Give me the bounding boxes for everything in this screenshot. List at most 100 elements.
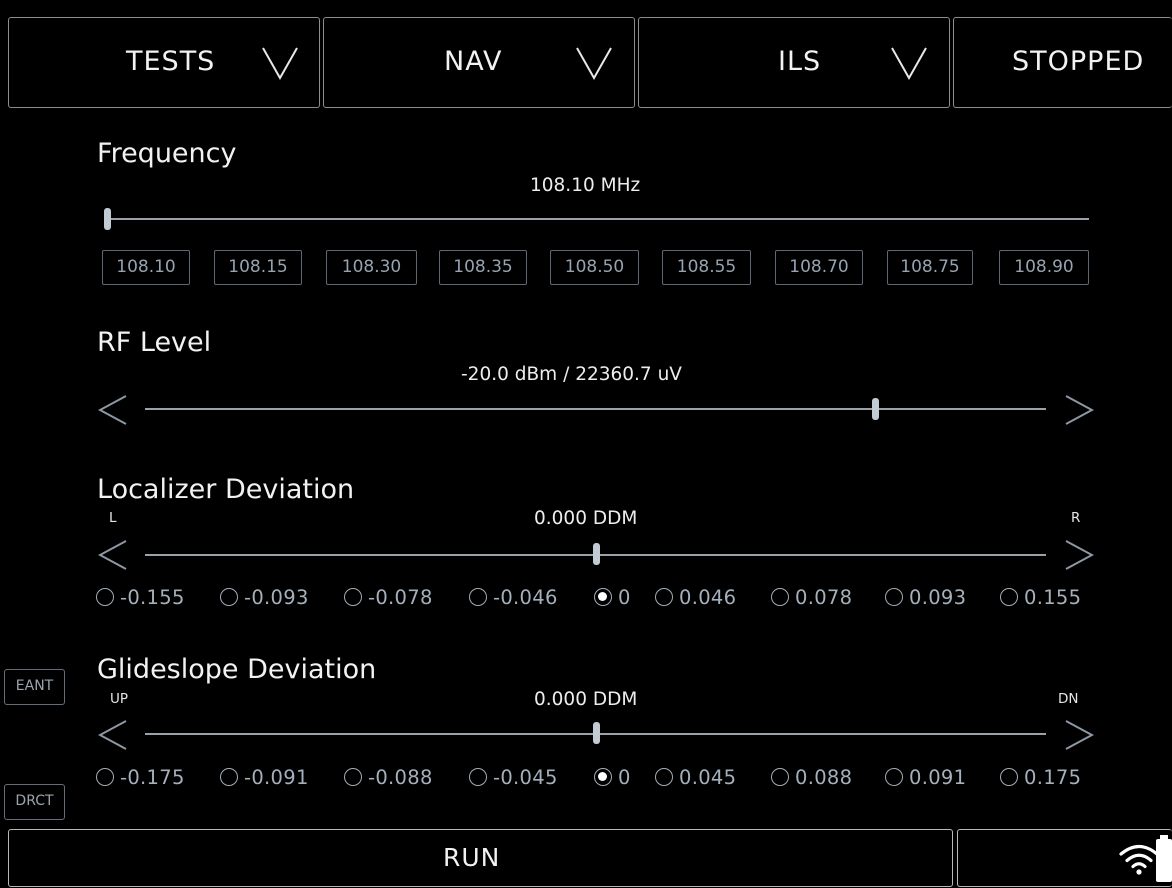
localizer-radio-option[interactable]: 0.078: [771, 583, 852, 611]
radio-button-icon[interactable]: [594, 588, 612, 606]
status-tray: [957, 829, 1172, 887]
frequency-preset-button[interactable]: 108.50: [550, 250, 639, 285]
ils-menu-label: ILS: [778, 46, 822, 77]
radio-button-icon[interactable]: [96, 588, 114, 606]
localizer-radio-option[interactable]: -0.155: [96, 583, 185, 611]
radio-button-icon[interactable]: [771, 768, 789, 786]
drct-button[interactable]: DRCT: [4, 784, 65, 820]
localizer-radio-label: 0.046: [679, 585, 737, 609]
ils-menu-button[interactable]: ILS: [638, 17, 950, 108]
glideslope-radio-option[interactable]: 0.091: [885, 763, 966, 791]
localizer-radio-label: -0.155: [120, 585, 185, 609]
radio-button-icon[interactable]: [594, 768, 612, 786]
rf-level-readout: -20.0 dBm / 22360.7 uV: [461, 364, 682, 385]
localizer-left-label: L: [109, 510, 117, 526]
radio-button-icon[interactable]: [1000, 588, 1018, 606]
frequency-preset-button[interactable]: 108.30: [326, 250, 417, 285]
frequency-preset-button[interactable]: 108.90: [999, 250, 1089, 285]
run-button[interactable]: RUN: [8, 829, 953, 887]
frequency-title: Frequency: [97, 138, 237, 169]
localizer-radio-option[interactable]: -0.046: [469, 583, 558, 611]
battery-icon: [1156, 835, 1172, 882]
status-button[interactable]: STOPPED: [953, 17, 1172, 108]
frequency-preset-button[interactable]: 108.55: [662, 250, 751, 285]
glideslope-slider-thumb[interactable]: [593, 722, 600, 744]
localizer-title: Localizer Deviation: [97, 474, 355, 505]
radio-button-icon[interactable]: [885, 768, 903, 786]
eant-button[interactable]: EANT: [4, 669, 65, 705]
glideslope-radio-option[interactable]: 0.175: [1000, 763, 1081, 791]
radio-button-icon[interactable]: [771, 588, 789, 606]
glideslope-radio-option[interactable]: -0.091: [220, 763, 309, 791]
radio-button-icon[interactable]: [1000, 768, 1018, 786]
rf-level-slider-track[interactable]: [145, 408, 1046, 410]
glideslope-radio-label: 0.088: [795, 765, 853, 789]
localizer-radio-label: -0.093: [244, 585, 309, 609]
localizer-radio-label: -0.078: [368, 585, 433, 609]
chevron-right-icon[interactable]: [1064, 718, 1094, 752]
glideslope-radio-option[interactable]: -0.088: [344, 763, 433, 791]
wifi-icon: [1119, 844, 1159, 875]
radio-button-icon[interactable]: [655, 768, 673, 786]
localizer-radio-label: 0: [618, 585, 631, 609]
radio-button-icon[interactable]: [469, 768, 487, 786]
localizer-slider-thumb[interactable]: [593, 543, 600, 565]
glideslope-title: Glideslope Deviation: [97, 654, 377, 685]
frequency-readout: 108.10 MHz: [530, 175, 641, 196]
glideslope-radio-label: -0.045: [493, 765, 558, 789]
radio-button-icon[interactable]: [96, 768, 114, 786]
localizer-radio-label: 0.078: [795, 585, 853, 609]
frequency-preset-button[interactable]: 108.10: [102, 250, 190, 285]
chevron-left-icon[interactable]: [98, 393, 128, 427]
glideslope-radio-label: 0: [618, 765, 631, 789]
run-button-label: RUN: [443, 843, 501, 872]
glideslope-radio-label: 0.091: [909, 765, 967, 789]
localizer-radio-option[interactable]: -0.078: [344, 583, 433, 611]
frequency-preset-button[interactable]: 108.70: [775, 250, 863, 285]
localizer-radio-option[interactable]: 0.155: [1000, 583, 1081, 611]
nav-menu-label: NAV: [444, 46, 503, 77]
rf-level-slider-thumb[interactable]: [872, 398, 879, 420]
frequency-preset-button[interactable]: 108.15: [214, 250, 302, 285]
localizer-radio-option[interactable]: -0.093: [220, 583, 309, 611]
localizer-right-label: R: [1071, 510, 1081, 526]
radio-button-icon[interactable]: [220, 768, 238, 786]
localizer-radio-option[interactable]: 0.046: [655, 583, 736, 611]
tests-menu-button[interactable]: TESTS: [8, 17, 320, 108]
glideslope-readout: 0.000 DDM: [534, 689, 638, 710]
chevron-left-icon[interactable]: [98, 718, 128, 752]
frequency-preset-button[interactable]: 108.35: [439, 250, 527, 285]
localizer-radio-option[interactable]: 0.093: [885, 583, 966, 611]
chevron-down-icon: [262, 47, 298, 80]
glideslope-radio-option[interactable]: 0.045: [655, 763, 736, 791]
glideslope-radio-label: 0.045: [679, 765, 737, 789]
glideslope-radio-option[interactable]: 0.088: [771, 763, 852, 791]
localizer-radio-option[interactable]: 0: [594, 583, 631, 611]
chevron-left-icon[interactable]: [98, 538, 128, 572]
chevron-right-icon[interactable]: [1064, 393, 1094, 427]
glideslope-radio-label: 0.175: [1024, 765, 1082, 789]
tests-menu-label: TESTS: [126, 46, 216, 77]
nav-menu-button[interactable]: NAV: [323, 17, 635, 108]
glideslope-radio-label: -0.088: [368, 765, 433, 789]
chevron-right-icon[interactable]: [1064, 538, 1094, 572]
radio-button-icon[interactable]: [344, 768, 362, 786]
glideslope-radio-label: -0.091: [244, 765, 309, 789]
rf-level-title: RF Level: [97, 327, 212, 358]
glideslope-radio-label: -0.175: [120, 765, 185, 789]
glideslope-radio-option[interactable]: -0.045: [469, 763, 558, 791]
frequency-slider-thumb[interactable]: [104, 208, 111, 230]
localizer-radio-label: 0.155: [1024, 585, 1082, 609]
radio-button-icon[interactable]: [885, 588, 903, 606]
frequency-preset-button[interactable]: 108.75: [887, 250, 973, 285]
radio-button-icon[interactable]: [220, 588, 238, 606]
localizer-radio-label: 0.093: [909, 585, 967, 609]
chevron-down-icon: [576, 47, 612, 80]
radio-button-icon[interactable]: [344, 588, 362, 606]
radio-button-icon[interactable]: [655, 588, 673, 606]
radio-button-icon[interactable]: [469, 588, 487, 606]
frequency-slider-track[interactable]: [106, 218, 1089, 220]
glideslope-radio-option[interactable]: -0.175: [96, 763, 185, 791]
glideslope-radio-option[interactable]: 0: [594, 763, 631, 791]
glideslope-up-label: UP: [110, 691, 129, 707]
